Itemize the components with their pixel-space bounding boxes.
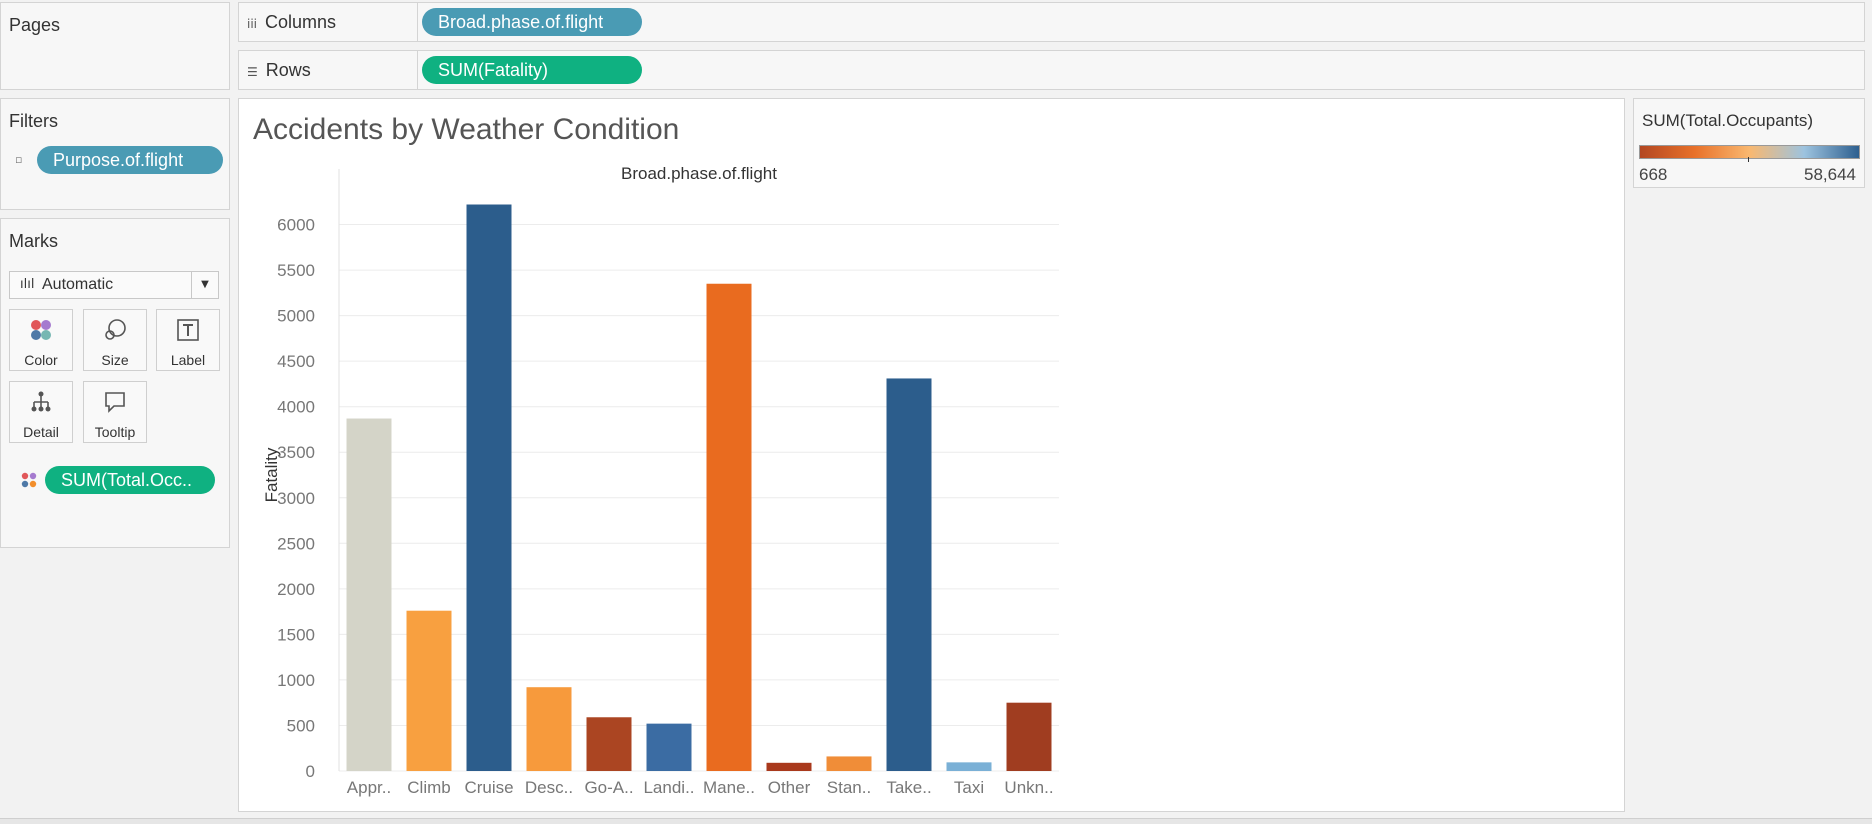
pages-card: Pages [0,2,230,90]
y-tick-label: 3500 [277,443,315,462]
rows-icon: ☰ [247,65,258,79]
x-tick-label: Taxi [954,778,984,797]
columns-label-text: Columns [265,12,337,32]
x-tick-label: Cruise [464,778,513,797]
x-tick-label: Other [768,778,811,797]
shelf-divider [417,3,418,41]
x-tick-label: Unkn.. [1004,778,1053,797]
mark-type-value: Automatic [42,276,114,293]
x-tick-label: Climb [407,778,450,797]
size-circles-icon [84,318,146,346]
filters-title: Filters [9,111,58,131]
tooltip-label: Tooltip [94,424,136,440]
shelf-divider [417,51,418,89]
y-tick-label: 4000 [277,398,315,417]
mark-type-dropdown[interactable]: ılıl Automatic ▼ [9,271,219,299]
size-label: Size [101,352,129,368]
y-tick-label: 4500 [277,352,315,371]
pages-title: Pages [9,15,61,35]
bar [706,283,752,771]
filter-db-icon: ▫ [15,153,23,166]
rows-pill[interactable]: SUM(Fatality) [422,56,642,84]
y-tick-label: 2500 [277,534,315,553]
bar [946,762,992,771]
color-label: Color [24,352,58,368]
filters-card: Filters ▫ Purpose.of.flight [0,98,230,210]
worksheet-view: Accidents by Weather Condition Broad.pha… [238,98,1625,812]
columns-pill[interactable]: Broad.phase.of.flight [422,8,642,36]
y-axis-label: Fatality [262,447,281,502]
y-tick-label: 500 [287,716,315,735]
label-button[interactable]: Label [156,309,220,371]
rows-label: ☰ Rows [247,51,311,89]
x-tick-label: Go-A.. [584,778,633,797]
bar [346,418,392,771]
color-dots-icon [10,318,72,346]
chevron-down-icon[interactable]: ▼ [191,272,218,298]
bar-chart: Broad.phase.of.flight 0 500 1000 1500 2000 250… [262,164,1059,797]
color-legend: SUM(Total.Occupants) 668 58,644 [1633,98,1865,188]
columns-label: iii Columns [247,3,336,41]
tooltip-button[interactable]: Tooltip [83,381,147,443]
legend-center-tick [1748,157,1749,162]
legend-color-ramp [1639,145,1860,159]
tooltip-bubble-icon [84,390,146,418]
y-tick-label: 5000 [277,307,315,326]
bar [586,717,632,771]
label-t-icon [157,318,219,346]
x-tick-label: Appr.. [347,778,391,797]
bar [466,204,512,772]
y-tick-label: 1000 [277,671,315,690]
color-field-icon [21,472,37,493]
detail-button[interactable]: Detail [9,381,73,443]
y-tick-label: 6000 [277,216,315,235]
legend-max: 58,644 [1804,165,1856,184]
detail-label: Detail [23,424,59,440]
y-tick-label: 0 [306,762,315,781]
rows-shelf[interactable]: ☰ Rows SUM(Fatality) [238,50,1865,90]
bar [1006,702,1052,771]
color-button[interactable]: Color [9,309,73,371]
bar [826,756,872,771]
color-field-pill[interactable]: SUM(Total.Occ.. [45,466,215,494]
x-tick-label: Take.. [886,778,931,797]
y-tick-label: 2000 [277,580,315,599]
detail-tree-icon [10,390,72,418]
bar [646,723,692,771]
x-tick-label: Desc.. [525,778,573,797]
columns-icon: iii [247,17,258,31]
x-tick-label: Stan.. [827,778,871,797]
marks-card: Marks ılıl Automatic ▼ Color Size Label … [0,218,230,548]
bar [766,762,812,771]
size-button[interactable]: Size [83,309,147,371]
x-tick-label: Mane.. [703,778,755,797]
legend-title: SUM(Total.Occupants) [1642,111,1813,130]
y-tick-label: 3000 [277,489,315,508]
y-tick-label: 5500 [277,261,315,280]
y-tick-label: 1500 [277,625,315,644]
bar-chart-icon: ılıl [20,277,35,292]
filter-pill[interactable]: Purpose.of.flight [37,146,223,174]
bar [526,687,572,771]
sheet-tabs-bar [0,818,1872,824]
column-header: Broad.phase.of.flight [621,164,777,183]
columns-shelf[interactable]: iii Columns Broad.phase.of.flight [238,2,1865,42]
bar [886,378,932,771]
legend-min: 668 [1639,165,1668,184]
marks-title: Marks [9,231,58,251]
x-tick-label: Landi.. [643,778,694,797]
rows-label-text: Rows [265,60,311,80]
label-label: Label [170,352,206,368]
bar [406,610,452,771]
